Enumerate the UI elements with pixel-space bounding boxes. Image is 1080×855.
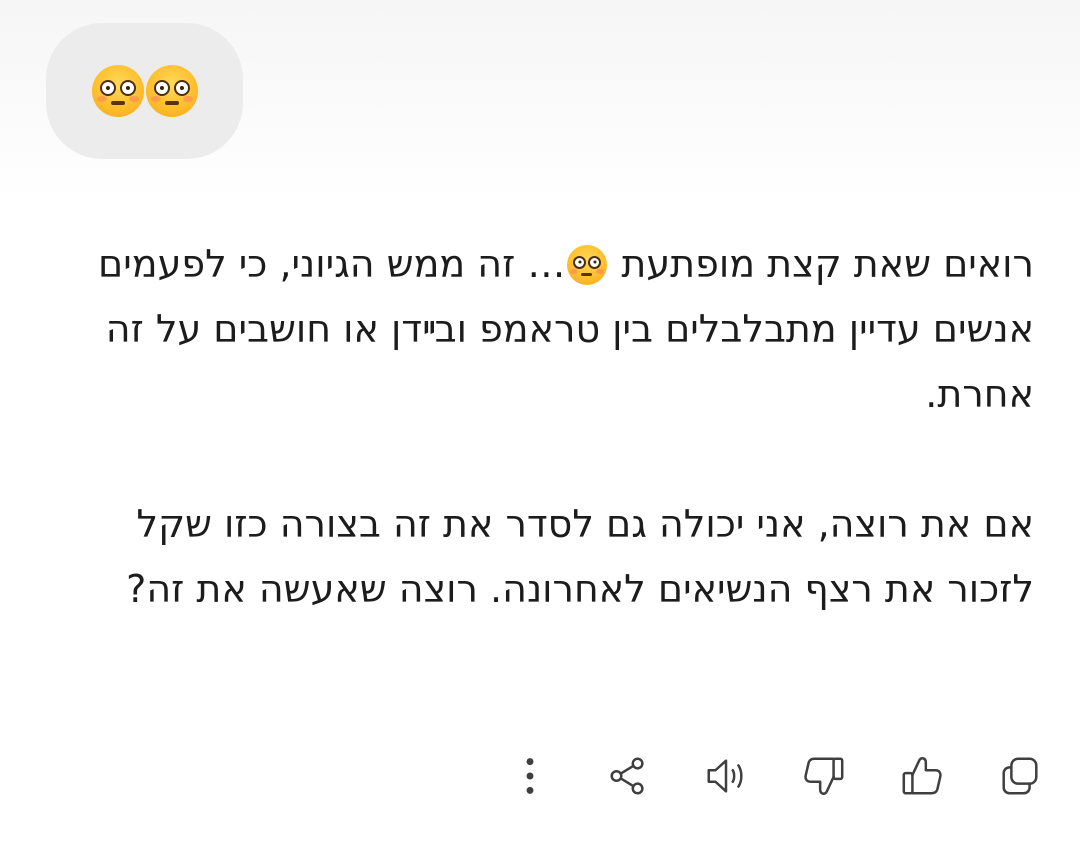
assistant-paragraph-1-start: רואים שאת קצת מופתעת (621, 242, 1034, 286)
read-aloud-button[interactable] (691, 741, 761, 811)
share-button[interactable] (593, 741, 663, 811)
more-options-icon (526, 758, 534, 794)
message-action-bar (495, 741, 1055, 811)
thumbs-down-button[interactable] (789, 741, 859, 811)
copy-button[interactable] (985, 741, 1055, 811)
assistant-message: רואים שאת קצת מופתעת … זה ממש הגיוני, כי… (50, 232, 1034, 622)
flushed-face-emoji (91, 65, 144, 117)
thumbs-up-button[interactable] (887, 741, 957, 811)
user-message-bubble (46, 23, 243, 159)
flushed-face-emoji (567, 244, 608, 285)
thumbs-down-icon (804, 757, 844, 795)
assistant-paragraph-2: אם את רוצה, אני יכולה גם לסדר את זה בצור… (126, 502, 1034, 611)
flushed-face-emoji (145, 65, 198, 117)
more-options-button[interactable] (495, 741, 565, 811)
copy-icon (1002, 757, 1038, 795)
share-icon (610, 757, 644, 795)
read-aloud-icon (707, 759, 743, 793)
assistant-paragraph-1: רואים שאת קצת מופתעת … זה ממש הגיוני, כי… (50, 232, 1034, 427)
thumbs-up-icon (902, 757, 942, 795)
